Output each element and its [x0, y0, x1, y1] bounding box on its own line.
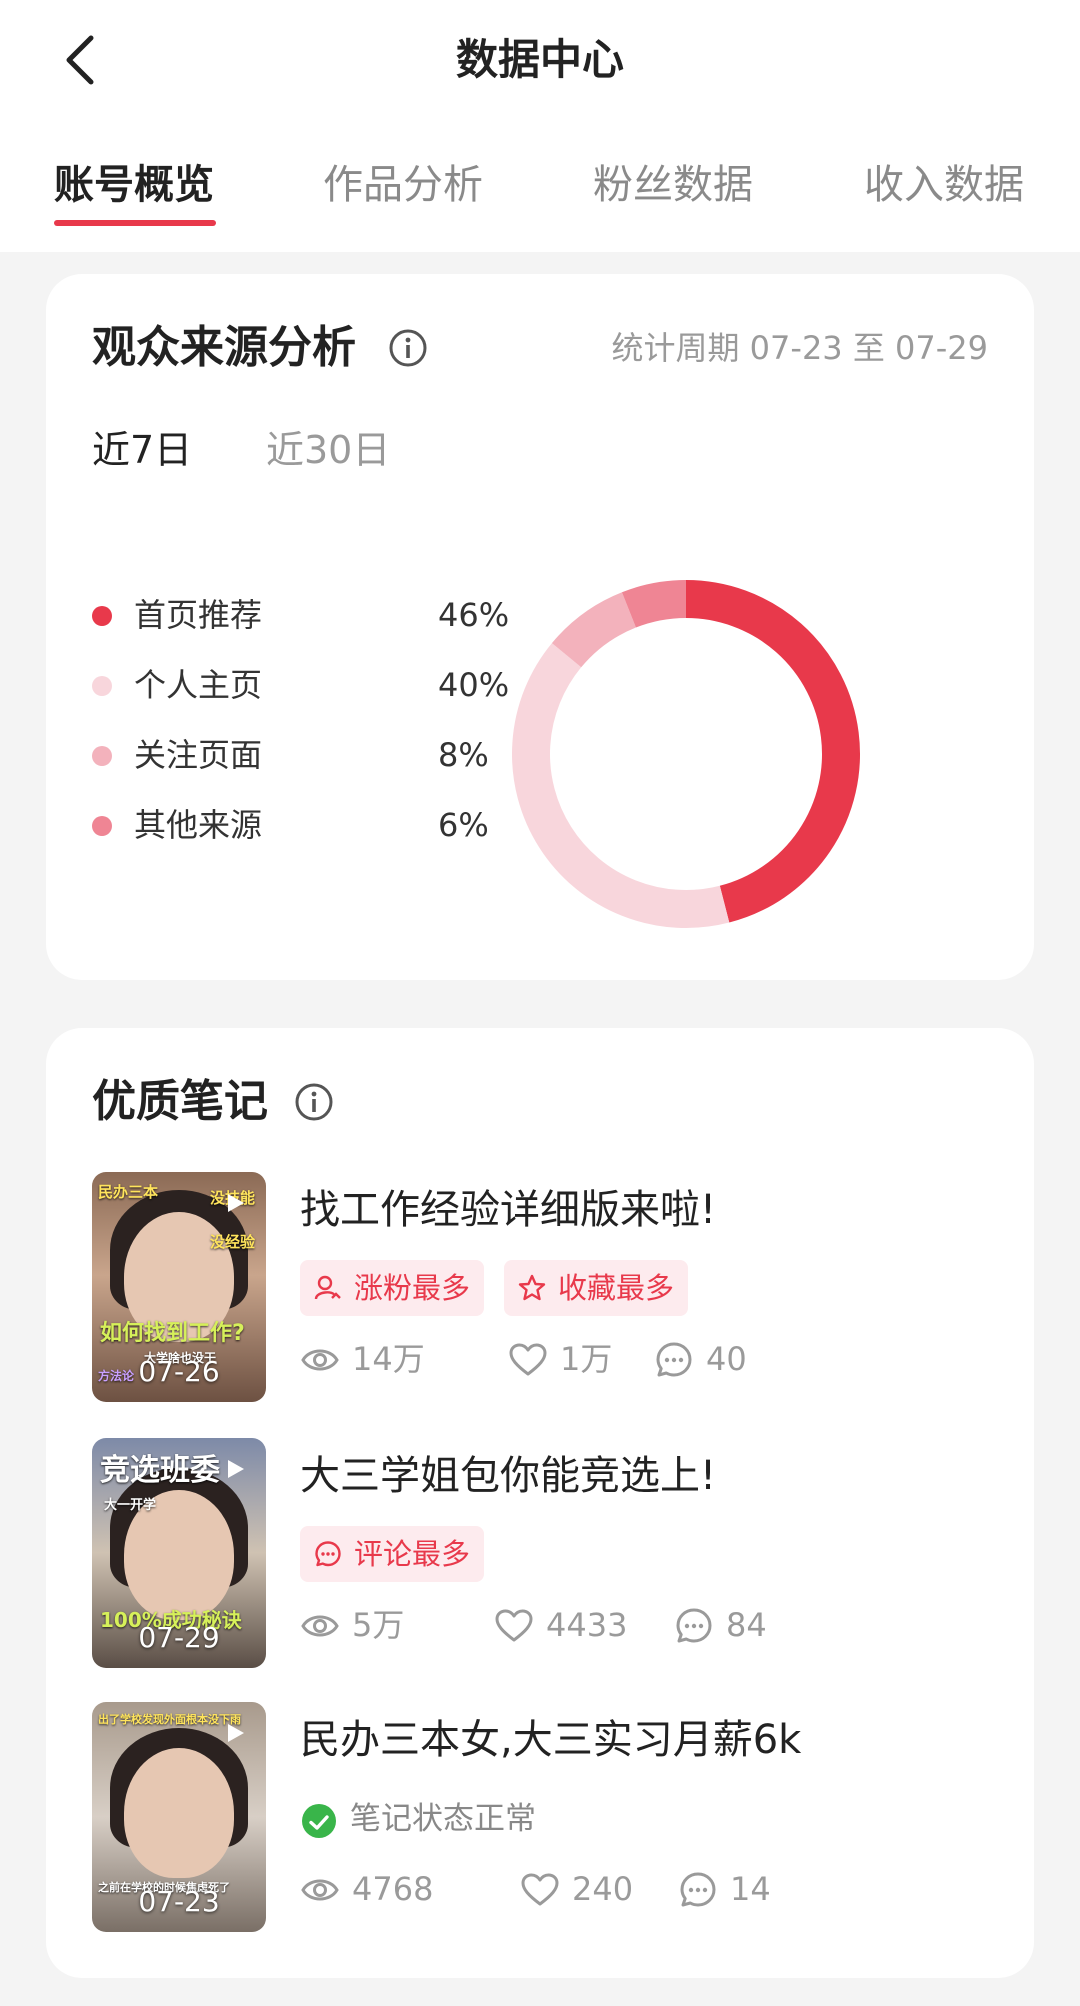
comment-icon — [315, 1541, 341, 1567]
view-count: 4768 — [300, 1864, 433, 1914]
comment-count: 40 — [654, 1334, 747, 1384]
like-count-value: 240 — [572, 1870, 634, 1908]
thumbnail-face — [124, 1748, 234, 1878]
legend-dot — [92, 816, 112, 836]
legend-item: 个人主页 40% — [92, 660, 509, 710]
donut-slice-2 — [512, 643, 730, 928]
legend-dot — [92, 746, 112, 766]
note-date: 07-26 — [138, 1355, 220, 1388]
legend-label: 个人主页 — [134, 666, 263, 704]
legend-item: 首页推荐 46% — [92, 590, 509, 640]
heart-icon — [495, 1609, 533, 1642]
like-count-value: 4433 — [546, 1606, 628, 1644]
comment-count-value: 84 — [726, 1606, 767, 1644]
view-count-value: 4768 — [352, 1870, 434, 1908]
thumb-text: 如何找到工作? — [100, 1321, 245, 1346]
like-count-value: 1万 — [560, 1340, 613, 1378]
stat-period: 统计周期 07-23 至 07-29 — [611, 329, 989, 367]
comment-icon — [656, 1342, 692, 1377]
audience-source-title: 观众来源分析 — [92, 322, 356, 373]
like-count: 240 — [520, 1864, 633, 1914]
comment-count-value: 14 — [730, 1870, 771, 1908]
play-icon — [228, 1724, 244, 1742]
info-icon[interactable] — [388, 328, 428, 368]
note-date: 07-23 — [138, 1885, 220, 1918]
quality-notes-title: 优质笔记 — [92, 1076, 268, 1127]
check-circle-icon — [302, 1804, 336, 1838]
badge-label: 收藏最多 — [558, 1271, 675, 1305]
active-tab-indicator — [54, 220, 216, 226]
page-title: 数据中心 — [455, 35, 624, 84]
tab-bar: 账号概览 作品分析 粉丝数据 收入数据 — [0, 155, 1080, 225]
tab-income-data[interactable]: 收入数据 — [864, 155, 1024, 215]
star-icon — [518, 1274, 546, 1301]
tab-works-analysis[interactable]: 作品分析 — [323, 155, 483, 215]
badge-label: 评论最多 — [354, 1537, 471, 1571]
note-thumbnail[interactable]: 竞选班委 大一开学 100%成功秘诀 07-29 — [92, 1438, 266, 1668]
badge-most-comments: 评论最多 — [300, 1526, 485, 1582]
legend-dot — [92, 676, 112, 696]
badge-most-followers: 涨粉最多 — [300, 1260, 485, 1316]
tab-account-overview[interactable]: 账号概览 — [54, 155, 214, 215]
like-count: 1万 — [508, 1334, 612, 1384]
legend-label: 首页推荐 — [134, 596, 263, 634]
comment-count-value: 40 — [706, 1340, 747, 1378]
note-date: 07-29 — [138, 1621, 220, 1654]
thumb-text: 民办三本 — [98, 1183, 159, 1201]
comment-count: 84 — [674, 1600, 767, 1650]
legend-label: 其他来源 — [134, 806, 263, 844]
view-count: 14万 — [300, 1334, 425, 1384]
donut-slice-1 — [685, 580, 860, 923]
note-title[interactable]: 民办三本女,大三实习月薪6k — [300, 1712, 801, 1768]
heart-icon — [521, 1873, 559, 1906]
note-item[interactable]: 竞选班委 大一开学 100%成功秘诀 07-29 大三学姐包你能竞选上! 评论最… — [92, 1438, 992, 1670]
note-item[interactable]: 民办三本 没技能 没经验 如何找到工作? 大学啥也没干 方法论 07-26 找工… — [92, 1172, 992, 1404]
donut-slice-3 — [551, 592, 637, 668]
eye-icon — [301, 1349, 339, 1371]
heart-icon — [509, 1343, 547, 1376]
legend-label: 关注页面 — [134, 736, 263, 774]
tab-fans-data[interactable]: 粉丝数据 — [593, 155, 753, 215]
legend-item: 其他来源 6% — [92, 800, 492, 850]
thumb-text: 出了学校发现外面根本没下雨 — [98, 1713, 241, 1726]
donut-slice-4 — [621, 580, 687, 628]
info-icon[interactable] — [294, 1082, 334, 1122]
note-thumbnail[interactable]: 出了学校发现外面根本没下雨 之前在学校的时候焦虑死了 07-23 — [92, 1702, 266, 1932]
user-plus-icon — [314, 1275, 341, 1300]
thumb-text: 大一开学 — [104, 1498, 157, 1513]
range-30-days[interactable]: 近30日 — [266, 422, 390, 478]
thumb-text: 没经验 — [210, 1233, 256, 1251]
legend-value: 6% — [438, 806, 489, 844]
badge-most-collected: 收藏最多 — [504, 1260, 689, 1316]
legend-item: 关注页面 8% — [92, 730, 492, 780]
play-icon — [228, 1460, 244, 1478]
range-7-days[interactable]: 近7日 — [92, 422, 192, 478]
badge-label: 涨粉最多 — [354, 1271, 471, 1305]
comment-count: 14 — [678, 1864, 771, 1914]
like-count: 4433 — [494, 1600, 627, 1650]
eye-icon — [301, 1879, 339, 1901]
comment-icon — [680, 1872, 716, 1907]
audience-source-card: 观众来源分析 统计周期 07-23 至 07-29 近7日 近30日 首页推荐 … — [46, 274, 1034, 980]
view-count-value: 14万 — [352, 1340, 425, 1378]
donut-chart — [512, 580, 860, 928]
thumb-text: 竞选班委 — [100, 1453, 220, 1488]
legend-dot — [92, 606, 112, 626]
note-title[interactable]: 大三学姐包你能竞选上! — [300, 1448, 716, 1504]
play-icon — [228, 1194, 244, 1212]
note-item[interactable]: 出了学校发现外面根本没下雨 之前在学校的时候焦虑死了 07-23 民办三本女,大… — [92, 1702, 992, 1934]
legend-value: 8% — [438, 736, 489, 774]
eye-icon — [301, 1615, 339, 1637]
note-thumbnail[interactable]: 民办三本 没技能 没经验 如何找到工作? 大学啥也没干 方法论 07-26 — [92, 1172, 266, 1402]
top-bar: 数据中心 账号概览 作品分析 粉丝数据 收入数据 — [0, 0, 1080, 252]
quality-notes-card: 优质笔记 民办三本 没技能 没经验 如何找到工作? 大学啥也没干 方法论 07-… — [46, 1028, 1034, 1978]
view-count: 5万 — [300, 1600, 404, 1650]
note-title[interactable]: 找工作经验详细版来啦! — [300, 1182, 716, 1238]
view-count-value: 5万 — [352, 1606, 405, 1644]
comment-icon — [676, 1608, 712, 1643]
note-status: 笔记状态正常 — [300, 1794, 536, 1844]
note-status-label: 笔记状态正常 — [350, 1801, 536, 1837]
